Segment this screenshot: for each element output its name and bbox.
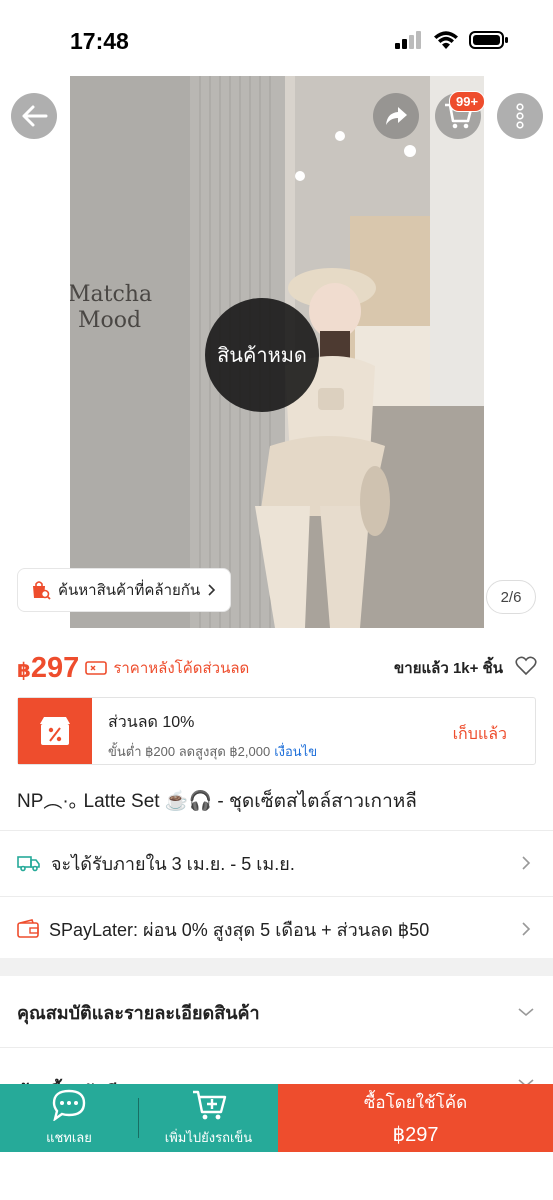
chevron-right-icon <box>522 922 531 936</box>
more-vertical-icon <box>516 103 524 129</box>
battery-icon <box>469 31 508 49</box>
voucher-card[interactable]: ส่วนลด 10% ขั้นต่ำ ฿200 ลดสูงสุด ฿2,000 เ… <box>17 697 536 765</box>
add-to-cart-label: เพิ่มไปยังรถเข็น <box>164 1129 253 1145</box>
chevron-down-icon <box>518 1008 534 1017</box>
home-indicator-area <box>0 1152 553 1200</box>
voucher-title: ส่วนลด 10% <box>108 714 195 731</box>
chat-icon <box>52 1089 86 1121</box>
shipping-row[interactable]: จะได้รับภายใน 3 เม.ย. - 5 เม.ย. <box>0 831 553 895</box>
shop-percent-icon <box>40 717 70 745</box>
shipping-text: จะได้รับภายใน 3 เม.ย. - 5 เม.ย. <box>51 853 295 874</box>
back-button[interactable] <box>11 93 57 139</box>
cart-badge: 99+ <box>449 91 486 112</box>
buy-button-price: ฿297 <box>392 1124 439 1146</box>
button-separator <box>138 1084 139 1152</box>
coupon-icon <box>85 661 108 675</box>
sold-count: ขายแล้ว 1k+ ชิ้น <box>394 660 503 677</box>
find-similar-label: ค้นหาสินค้าที่คล้ายกัน <box>58 582 201 599</box>
specs-section-title: คุณสมบัติและรายละเอียดสินค้า <box>17 1002 260 1023</box>
buy-button-label: ซื้อโดยใช้โค้ด <box>363 1093 468 1112</box>
chat-button[interactable]: แชทเลย <box>0 1084 138 1152</box>
chevron-right-icon <box>522 856 531 870</box>
share-button[interactable] <box>373 93 419 139</box>
add-cart-icon <box>192 1090 226 1119</box>
chevron-right-icon <box>208 584 216 596</box>
more-button[interactable] <box>497 93 543 139</box>
product-title: NP︵·｡ Latte Set ☕️🎧 - ชุดเซ็ตสไตล์สาวเกา… <box>17 791 417 812</box>
price-value: 297 <box>30 651 80 684</box>
price-label: ราคาหลังโค้ดส่วนลด <box>113 660 250 677</box>
voucher-badge <box>18 698 92 764</box>
wifi-icon <box>434 31 458 49</box>
share-icon <box>386 107 407 125</box>
sold-out-badge: สินค้าหมด <box>205 298 319 412</box>
bottom-action-bar: แชทเลย เพิ่มไปยังรถเข็น ซื้อโดยใช้โค้ด ฿… <box>0 1084 553 1152</box>
price-row: ฿ 297 ราคาหลังโค้ดส่วนลด ขายแล้ว 1k+ ชิ้… <box>17 648 537 688</box>
status-bar: 17:48 <box>0 0 553 76</box>
paylater-row[interactable]: SPayLater: ผ่อน 0% สูงสุด 5 เดือน + ส่วน… <box>0 897 553 961</box>
voucher-min-spend: ขั้นต่ำ ฿200 ลดสูงสุด ฿2,000 <box>108 744 271 759</box>
section-separator <box>0 958 553 976</box>
price-currency: ฿ <box>17 659 31 682</box>
voucher-collected-button[interactable]: เก็บแล้ว <box>453 722 507 747</box>
buy-with-code-button[interactable]: ซื้อโดยใช้โค้ด ฿297 <box>278 1084 553 1152</box>
shopping-bag-search-icon <box>33 581 51 600</box>
wallet-icon <box>17 919 39 938</box>
arrow-left-icon <box>22 105 48 127</box>
paylater-text: SPayLater: ผ่อน 0% สูงสุด 5 เดือน + ส่วน… <box>49 919 430 940</box>
find-similar-button[interactable]: ค้นหาสินค้าที่คล้ายกัน <box>17 568 232 612</box>
chat-button-label: แชทเลย <box>46 1129 92 1145</box>
specs-section-header[interactable]: คุณสมบัติและรายละเอียดสินค้า <box>0 977 553 1047</box>
store-sign-line2: Mood <box>78 308 141 333</box>
voucher-subtitle: ขั้นต่ำ ฿200 ลดสูงสุด ฿2,000 เงื่อนไข <box>108 741 317 762</box>
store-sign-line1: Matcha <box>70 282 152 307</box>
voucher-conditions-link[interactable]: เงื่อนไข <box>274 744 317 759</box>
add-to-cart-button[interactable]: เพิ่มไปยังรถเข็น <box>139 1084 278 1152</box>
status-icons <box>395 30 509 50</box>
truck-icon <box>17 856 40 872</box>
image-page-indicator: 2/6 <box>486 580 536 614</box>
status-time: 17:48 <box>70 28 129 54</box>
heart-icon[interactable] <box>515 656 537 676</box>
signal-icon <box>395 31 421 49</box>
